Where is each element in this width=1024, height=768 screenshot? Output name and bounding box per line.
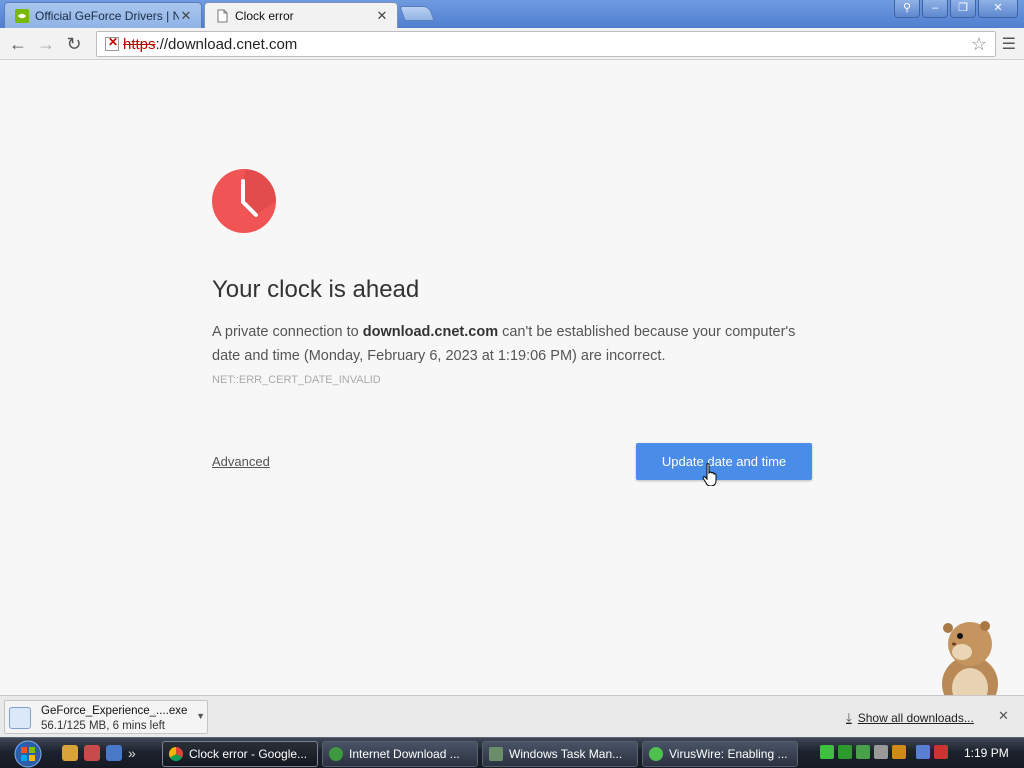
hand-cursor-icon: [702, 463, 717, 486]
tray-icon[interactable]: [874, 745, 888, 759]
taskbar: » Clock error - Google... Internet Downl…: [0, 737, 1024, 768]
update-date-time-button[interactable]: Update date and time: [636, 443, 812, 480]
url-host: ://download.cnet.com: [155, 35, 298, 53]
tab-strip: Official GeForce Drivers | N ✕ Clock err…: [0, 0, 1024, 28]
back-icon[interactable]: ←: [6, 32, 30, 56]
start-orb-icon[interactable]: [4, 738, 52, 768]
insecure-lock-icon[interactable]: [105, 35, 119, 51]
bookmark-star-icon[interactable]: ☆: [971, 34, 987, 55]
taskbar-clock[interactable]: 1:19 PM: [964, 746, 1009, 760]
clock-icon: [212, 169, 276, 233]
forward-icon[interactable]: →: [34, 32, 58, 56]
url-scheme: https: [123, 35, 156, 53]
download-item[interactable]: GeForce_Experience_....exe 56.1/125 MB, …: [4, 700, 208, 734]
close-window-button[interactable]: ✕: [978, 0, 1018, 18]
chevron-down-icon[interactable]: ▼: [196, 711, 205, 721]
tab-geforce[interactable]: Official GeForce Drivers | N ✕: [4, 2, 202, 28]
error-domain: download.cnet.com: [362, 324, 499, 340]
network-icon[interactable]: [916, 745, 930, 759]
downloads-shelf: GeForce_Experience_....exe 56.1/125 MB, …: [0, 695, 1024, 737]
chrome-icon: [169, 747, 183, 761]
tray-icon[interactable]: [892, 745, 906, 759]
task-manager-icon: [489, 747, 503, 761]
installer-icon: [9, 707, 31, 729]
taskbar-button-viruswire[interactable]: VirusWire: Enabling ...: [642, 741, 798, 767]
new-tab-button[interactable]: [399, 6, 435, 21]
error-description: A private connection to download.cnet.co…: [212, 324, 796, 364]
tray-icon[interactable]: [838, 745, 852, 759]
tray-icon[interactable]: [856, 745, 870, 759]
browser-toolbar: ← → ↻ https ://download.cnet.com ☆ ☰: [0, 28, 1024, 60]
restore-button[interactable]: ❐: [950, 0, 976, 18]
reload-icon[interactable]: ↻: [62, 32, 86, 56]
tab-close-icon[interactable]: ✕: [375, 8, 389, 24]
tab-title: Clock error: [235, 8, 294, 23]
chevron-icon[interactable]: »: [128, 745, 136, 761]
quick-launch: »: [62, 745, 136, 761]
download-progress-text: 56.1/125 MB, 6 mins left: [41, 720, 166, 732]
profile-icon[interactable]: ⚲: [894, 0, 920, 18]
minimize-button[interactable]: –: [922, 0, 948, 18]
taskbar-button-task-manager[interactable]: Windows Task Man...: [482, 741, 638, 767]
system-tray: [820, 745, 948, 759]
viruswire-icon: [649, 747, 663, 761]
show-all-downloads-link[interactable]: ⤓ Show all downloads...: [846, 710, 974, 726]
taskbar-button-idm[interactable]: Internet Download ...: [322, 741, 478, 767]
taskbar-button-chrome[interactable]: Clock error - Google...: [162, 741, 318, 767]
tab-clock-error[interactable]: Clock error ✕: [204, 2, 398, 28]
tab-close-icon[interactable]: ✕: [179, 8, 193, 24]
quicklaunch-app-icon[interactable]: [84, 745, 100, 761]
idm-icon: [329, 747, 343, 761]
page-icon: [217, 9, 228, 22]
close-shelf-icon[interactable]: ✕: [998, 708, 1009, 724]
page-title: Your clock is ahead: [212, 276, 420, 303]
advanced-link[interactable]: Advanced: [212, 454, 270, 469]
tray-icon[interactable]: [820, 745, 834, 759]
menu-icon[interactable]: ☰: [1002, 34, 1016, 54]
error-code: NET::ERR_CERT_DATE_INVALID: [212, 374, 381, 386]
address-bar[interactable]: https ://download.cnet.com ☆: [96, 31, 996, 57]
download-filename: GeForce_Experience_....exe: [41, 705, 188, 717]
tab-title: Official GeForce Drivers | N: [35, 8, 179, 23]
quicklaunch-app-icon[interactable]: [62, 745, 78, 761]
download-icon: ⤓: [846, 710, 852, 725]
nvidia-icon: [15, 8, 29, 23]
quicklaunch-desktop-icon[interactable]: [106, 745, 122, 761]
volume-muted-icon[interactable]: [934, 745, 948, 759]
